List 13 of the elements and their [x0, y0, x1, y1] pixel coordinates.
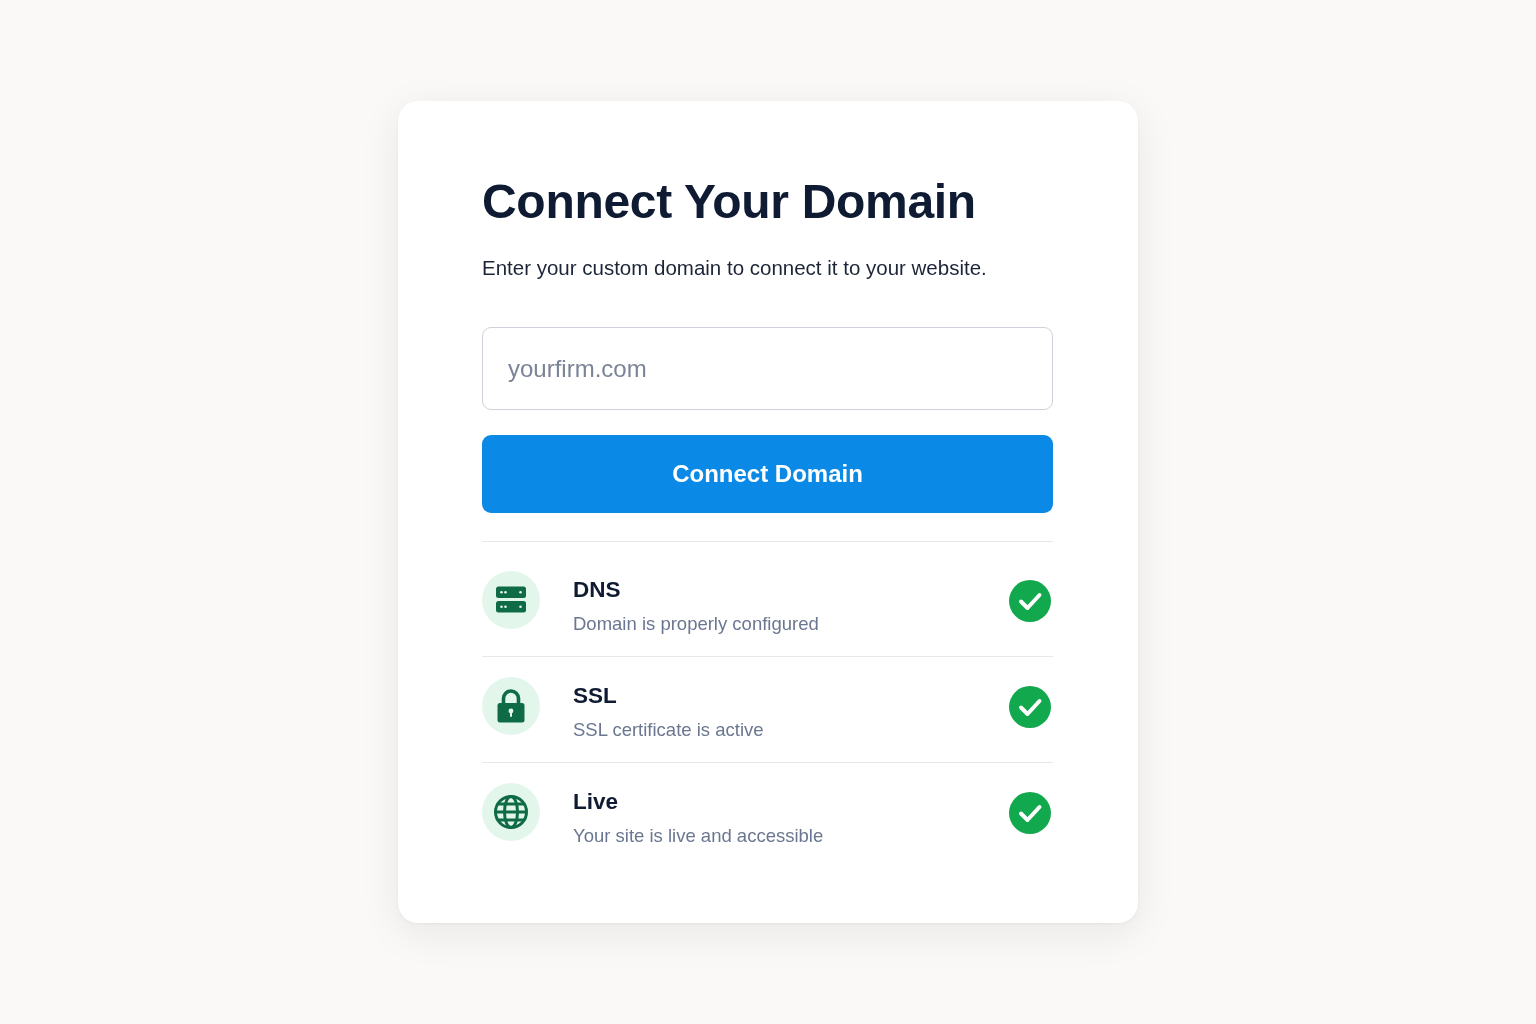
page-title: Connect Your Domain [482, 174, 977, 230]
status-title: Live [573, 788, 620, 816]
domain-input[interactable]: yourfirm.com [482, 327, 1053, 410]
status-title: SSL [573, 682, 618, 710]
status-description: Your site is live and accessible [573, 824, 825, 848]
status-description: Domain is properly configured [573, 612, 820, 636]
status-title: DNS [573, 576, 622, 604]
server-icon [482, 571, 540, 629]
status-description: SSL certificate is active [573, 718, 765, 742]
globe-icon [482, 783, 540, 841]
lock-icon [482, 677, 540, 735]
connect-domain-button[interactable]: Connect Domain [482, 435, 1053, 513]
page-subtitle: Enter your custom domain to connect it to your website. [482, 255, 988, 281]
